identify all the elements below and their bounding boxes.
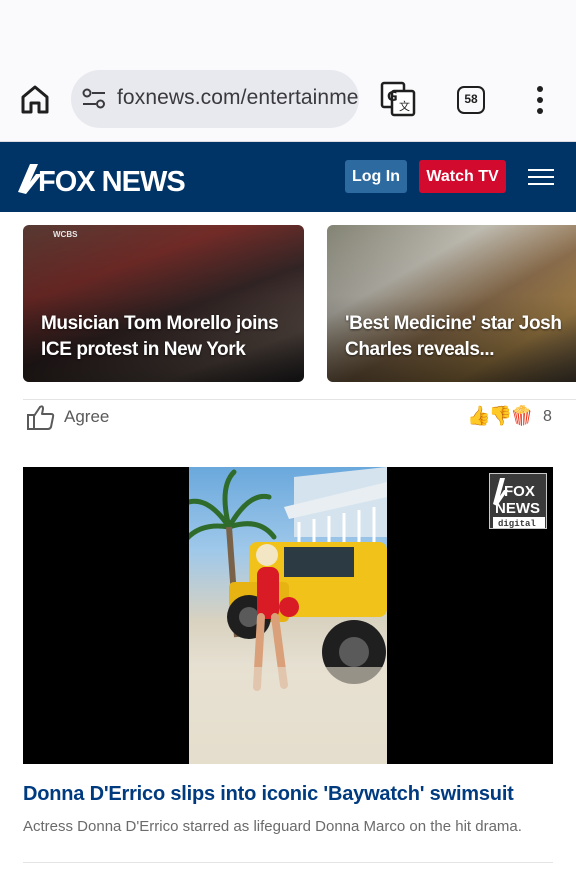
thumbs-up-icon[interactable] bbox=[26, 403, 56, 431]
status-bar-area bbox=[0, 0, 576, 58]
svg-text:FOX: FOX bbox=[504, 483, 535, 500]
article-headline[interactable]: Donna D'Errico slips into iconic 'Baywat… bbox=[23, 783, 514, 806]
reaction-emojis[interactable]: 👍👎🍿 bbox=[467, 404, 534, 428]
site-settings-icon[interactable] bbox=[81, 87, 107, 111]
tab-count-button[interactable]: 58 bbox=[457, 86, 485, 114]
svg-text:G: G bbox=[387, 90, 398, 105]
agree-button[interactable]: Agree bbox=[64, 407, 109, 427]
video-player[interactable]: FOX NEWS digital bbox=[23, 467, 553, 764]
carousel-card[interactable]: WCBS Musician Tom Morello joins ICE prot… bbox=[23, 225, 304, 382]
card-image-watermark: WCBS bbox=[53, 230, 78, 239]
article-description: Actress Donna D'Errico starred as lifegu… bbox=[23, 818, 522, 835]
video-thumbnail bbox=[189, 467, 387, 764]
translate-icon[interactable]: G 文 bbox=[380, 81, 416, 117]
reaction-count: 8 bbox=[543, 408, 552, 425]
svg-text:文: 文 bbox=[399, 99, 410, 113]
carousel-card-title[interactable]: Musician Tom Morello joins ICE protest i… bbox=[41, 311, 298, 363]
svg-text:FOX NEWS: FOX NEWS bbox=[38, 166, 185, 196]
url-text[interactable]: foxnews.com/entertainme bbox=[117, 86, 359, 110]
fox-news-logo[interactable]: FOX NEWS bbox=[16, 160, 188, 196]
hamburger-menu-icon[interactable] bbox=[528, 169, 554, 187]
fox-news-digital-badge: FOX NEWS digital bbox=[489, 473, 547, 529]
svg-text:NEWS: NEWS bbox=[495, 500, 540, 517]
carousel-card-title[interactable]: 'Best Medicine' star Josh Charles reveal… bbox=[345, 311, 576, 363]
address-bar[interactable]: foxnews.com/entertainme bbox=[71, 70, 359, 128]
svg-text:digital: digital bbox=[498, 519, 536, 529]
watch-tv-button[interactable]: Watch TV bbox=[419, 160, 506, 193]
site-header: FOX NEWS Log In Watch TV bbox=[0, 142, 576, 212]
beach-scene-image bbox=[189, 467, 387, 764]
more-menu-icon[interactable] bbox=[534, 85, 546, 115]
carousel-card[interactable]: 'Best Medicine' star Josh Charles reveal… bbox=[327, 225, 576, 382]
divider bbox=[23, 862, 553, 863]
login-button[interactable]: Log In bbox=[345, 160, 407, 193]
browser-toolbar: foxnews.com/entertainme G 文 58 bbox=[0, 58, 576, 142]
divider bbox=[23, 399, 576, 400]
home-icon[interactable] bbox=[18, 82, 52, 116]
